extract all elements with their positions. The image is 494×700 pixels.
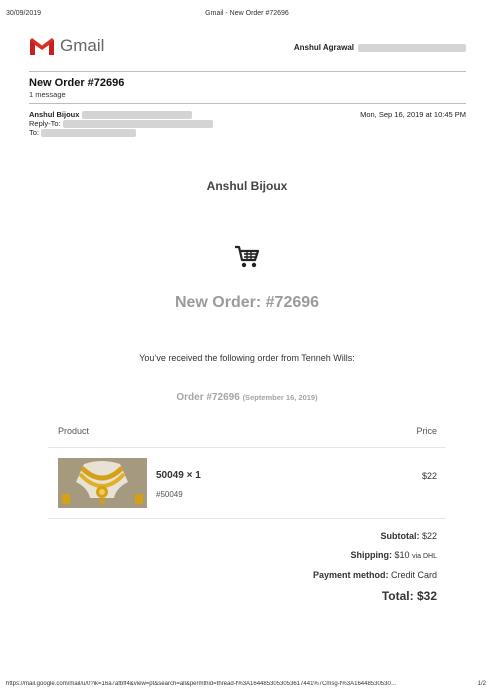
table-header-divider xyxy=(48,447,446,448)
order-intro: You’ve received the following order from… xyxy=(139,353,355,363)
gmail-wordmark: Gmail xyxy=(60,36,105,55)
sender-email-redacted xyxy=(81,111,192,120)
payment-value: Credit Card xyxy=(390,570,437,580)
shopping-cart-icon xyxy=(235,245,260,268)
account-email-redacted xyxy=(358,43,466,52)
print-title: Gmail - New Order #72696 xyxy=(205,10,289,17)
total-value: $32 xyxy=(416,589,437,603)
account-name: Anshul Agrawal xyxy=(293,43,354,52)
shipping-label: Shipping: xyxy=(350,550,393,560)
sender-name: Anshul Bijoux xyxy=(29,110,80,119)
sender-line: Anshul Bijoux xyxy=(29,110,192,120)
column-header-product: Product xyxy=(58,426,90,436)
order-date: (September 16, 2019) xyxy=(242,393,318,402)
total-label: Total: xyxy=(381,589,414,603)
product-name: 50049 × 1 xyxy=(156,470,201,481)
reply-to-line: Reply-To: xyxy=(29,119,213,129)
column-header-price: Price xyxy=(416,426,437,436)
payment-row: Payment method: Credit Card xyxy=(313,570,437,580)
order-label: Order #72696 xyxy=(176,392,240,403)
shipping-method: via DHL xyxy=(412,553,437,560)
reply-to-redacted xyxy=(62,120,213,129)
product-sku: #50049 xyxy=(156,490,183,499)
subtotal-value: $22 xyxy=(421,531,437,541)
payment-label: Payment method: xyxy=(312,570,389,580)
shop-name: Anshul Bijoux xyxy=(206,179,288,193)
thread-subject: New Order #72696 xyxy=(29,77,125,89)
subtotal-row: Subtotal: $22 xyxy=(380,531,437,541)
product-price: $22 xyxy=(421,471,437,481)
table-body-divider xyxy=(48,518,446,519)
sent-timestamp: Mon, Sep 16, 2019 at 10:45 PM xyxy=(360,110,466,119)
order-title: Order #72696 (September 16, 2019) xyxy=(0,392,494,403)
shipping-value: $10 xyxy=(394,550,410,560)
header-divider xyxy=(29,71,466,72)
to-redacted xyxy=(41,129,137,138)
reply-to-label: Reply-To: xyxy=(29,119,61,128)
to-line: To: xyxy=(29,128,137,138)
subject-divider xyxy=(29,103,466,104)
account-info: Anshul Agrawal xyxy=(294,43,466,52)
message-count: 1 message xyxy=(29,90,66,99)
print-url: https://mail.google.com/mail/u/0?ik=16a7… xyxy=(6,681,397,687)
gmail-logo[interactable]: Gmail xyxy=(29,36,104,56)
total-row: Total: $32 xyxy=(382,589,437,603)
page-number: 1/2 xyxy=(477,681,486,687)
subtotal-label: Subtotal: xyxy=(380,531,420,541)
gmail-m-icon xyxy=(30,37,54,55)
product-image xyxy=(58,458,147,508)
shipping-row: Shipping: $10 via DHL xyxy=(351,550,437,560)
to-label: To: xyxy=(29,128,40,137)
order-headline: New Order: #72696 xyxy=(174,294,320,311)
